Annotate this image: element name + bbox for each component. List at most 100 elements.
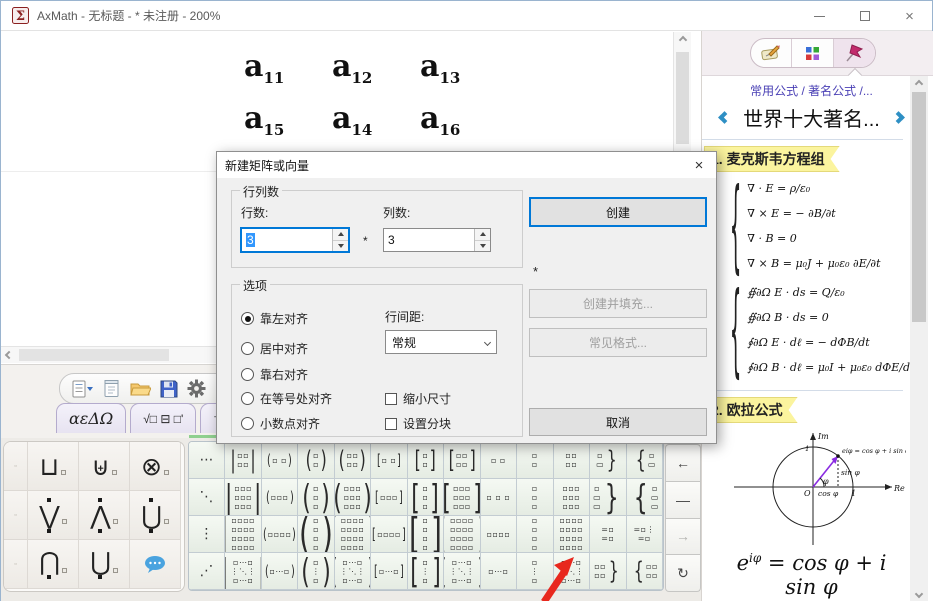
- nary-symbol-cell[interactable]: ⊔: [28, 442, 79, 491]
- matrix-template-cell[interactable]: [▫▫▫▫]: [444, 442, 480, 479]
- radio-居中对齐[interactable]: 居中对齐: [241, 340, 308, 357]
- radio-靠左对齐[interactable]: 靠左对齐: [241, 310, 308, 327]
- palette-nav-button-1[interactable]: —: [665, 482, 701, 519]
- gallery-scrollbar[interactable]: [910, 76, 928, 601]
- scroll-thumb[interactable]: [19, 349, 169, 361]
- prev-collection-icon[interactable]: [718, 111, 731, 124]
- matrix-template-cell[interactable]: |▫▫▫▫▫▫▫▫▫|: [225, 479, 261, 516]
- matrix-template-cell[interactable]: [▫▫▫]: [408, 479, 444, 516]
- matrix-template-cell[interactable]: =▫=▫: [590, 516, 626, 553]
- create-and-fill-button[interactable]: 创建并填充...: [529, 289, 707, 318]
- handwriting-tab[interactable]: [751, 39, 792, 67]
- matrix-template-cell[interactable]: (▫▫▫): [262, 479, 298, 516]
- matrix-template-cell[interactable]: [▫▫▫▫]: [408, 516, 444, 553]
- radio-在等号处对齐[interactable]: 在等号处对齐: [241, 390, 332, 407]
- matrix-template-cell[interactable]: ▫▫▫▫: [554, 442, 590, 479]
- matrix-template-cell[interactable]: [▫⋯▫]: [371, 553, 407, 590]
- palette-nav-button-2[interactable]: →: [665, 519, 701, 556]
- cancel-button[interactable]: 取消: [529, 408, 707, 436]
- nary-symbol-cell[interactable]: [130, 540, 181, 589]
- matrix-template-cell[interactable]: ▫ ▫ ▫: [481, 479, 517, 516]
- clipped-palette-cell[interactable]: ▫: [4, 540, 28, 589]
- matrix-template-cell[interactable]: [▫⋯▫⋮⋱⋮▫⋯▫]: [444, 553, 480, 590]
- matrix-template-cell[interactable]: ▫▫▫▫▫▫▫▫▫: [554, 479, 590, 516]
- maxwell-integral-equations[interactable]: { ∯∂Ω E · ds = Q/ε₀∯∂Ω B · ds = 0∮∂Ω E ·…: [728, 280, 903, 380]
- checkbox-设置分块[interactable]: 设置分块: [385, 415, 451, 432]
- nary-symbol-cell[interactable]: ⋃: [79, 540, 130, 589]
- collection-title[interactable]: 世界十大著名...: [743, 103, 880, 132]
- matrix-template-cell[interactable]: {▫▫▫▫: [627, 553, 663, 590]
- row-spacing-select[interactable]: 常规: [385, 330, 497, 354]
- new-document-icon[interactable]: [103, 379, 121, 398]
- matrix-template-cell[interactable]: ▫▭}: [590, 442, 626, 479]
- nary-symbol-cell[interactable]: ⊎: [79, 442, 130, 491]
- matrix-template-cell[interactable]: (▫ ▫): [262, 442, 298, 479]
- matrix-template-cell[interactable]: ▫▫: [517, 442, 553, 479]
- matrix-template-cell[interactable]: (▫▫▫▫): [298, 516, 334, 553]
- matrix-template-cell[interactable]: ▫▫▫: [517, 479, 553, 516]
- matrix-template-cell[interactable]: ▫▫▫▫}: [590, 553, 626, 590]
- matrix-template-cell[interactable]: [▫▫▫▫]: [371, 516, 407, 553]
- maximize-button[interactable]: [842, 1, 887, 31]
- bookmark-tab[interactable]: [834, 39, 875, 67]
- matrix-template-cell[interactable]: ⋱: [189, 479, 225, 516]
- cols-spinner[interactable]: [474, 229, 490, 251]
- matrix-template-cell[interactable]: [▫ ▫]: [371, 442, 407, 479]
- scroll-down-button[interactable]: [910, 586, 928, 601]
- euler-circle-diagram[interactable]: Im Re O 1 1 φ cos φ sin φ eiφ = cos φ + …: [720, 427, 906, 549]
- matrix-template-cell[interactable]: |▫▫▫▫▫▫▫▫▫▫▫▫▫▫▫▫|: [225, 516, 261, 553]
- symbol-tab-0[interactable]: αεΔΩ: [56, 403, 126, 433]
- scroll-thumb[interactable]: [676, 52, 689, 144]
- matrix-template-cell[interactable]: (▫▫▫▫▫▫▫▫▫▫▫▫▫▫▫▫): [335, 516, 371, 553]
- matrix-template-cell[interactable]: |▫⋯▫⋮⋱⋮▫⋯▫|: [225, 553, 261, 590]
- matrix-template-cell[interactable]: ▫▫▫▫: [517, 516, 553, 553]
- create-button[interactable]: 创建: [529, 197, 707, 227]
- menu-icon[interactable]: [72, 380, 94, 398]
- matrix-template-cell[interactable]: {▫▭▭: [627, 479, 663, 516]
- matrix-template-cell[interactable]: (▫▫▫▫▫▫▫▫▫): [335, 479, 371, 516]
- matrix-template-cell[interactable]: [▫▫▫▫▫▫▫▫▫]: [444, 479, 480, 516]
- clipped-palette-cell[interactable]: ▫: [4, 442, 28, 491]
- close-button[interactable]: ×: [887, 1, 932, 31]
- matrix-template-cell[interactable]: [▫▫▫▫▫▫▫▫▫▫▫▫▫▫▫▫]: [444, 516, 480, 553]
- matrix-template-cell[interactable]: ▫⋯▫: [481, 553, 517, 590]
- nary-symbol-cell[interactable]: ⋂: [28, 540, 79, 589]
- maxwell-differential-equations[interactable]: { ∇ · E = ρ/ε₀∇ × E = − ∂B/∂t∇ · B = 0∇ …: [728, 176, 903, 276]
- dialog-title-bar[interactable]: 新建矩阵或向量: [217, 152, 716, 178]
- matrix-template-cell[interactable]: (▫▫▫▫): [335, 442, 371, 479]
- matrix-template-cell[interactable]: (▫⋯▫⋮⋱⋮▫⋯▫): [335, 553, 371, 590]
- open-folder-icon[interactable]: [130, 380, 151, 397]
- common-formats-button[interactable]: 常见格式...: [529, 328, 707, 357]
- palette-nav-button-0[interactable]: ←: [665, 444, 701, 482]
- minimize-button[interactable]: [797, 1, 842, 31]
- matrix-template-cell[interactable]: (▫▫▫): [298, 479, 334, 516]
- rows-input[interactable]: 3: [241, 228, 349, 252]
- euler-formula[interactable]: eiφ = cos φ + i sin φ: [720, 551, 903, 599]
- matrix-template-cell[interactable]: (▫⋮▫): [298, 553, 334, 590]
- palette-nav-button-3[interactable]: ↻: [665, 555, 701, 592]
- matrix-template-cell[interactable]: ▫▫▫▫: [481, 516, 517, 553]
- matrix-template-cell[interactable]: {▫▭: [627, 442, 663, 479]
- clipped-palette-cell[interactable]: ▫: [4, 491, 28, 540]
- matrix-template-cell[interactable]: ⋯: [189, 442, 225, 479]
- scroll-up-button[interactable]: [674, 32, 691, 48]
- settings-gear-icon[interactable]: [187, 379, 206, 398]
- cols-input[interactable]: 3: [383, 228, 491, 252]
- next-collection-icon[interactable]: [892, 111, 905, 124]
- matrix-template-cell[interactable]: ▫▭▭}: [590, 479, 626, 516]
- matrix-template-cell[interactable]: [▫▫]: [408, 442, 444, 479]
- radio-小数点对齐[interactable]: 小数点对齐: [241, 415, 320, 432]
- matrix-template-cell[interactable]: ▫ ▫: [481, 442, 517, 479]
- checkbox-缩小尺寸[interactable]: 缩小尺寸: [385, 390, 451, 407]
- scroll-up-button[interactable]: [910, 76, 928, 92]
- nary-symbol-cell[interactable]: ⊗: [130, 442, 181, 491]
- matrix-template-cell[interactable]: (▫▫▫▫): [262, 516, 298, 553]
- matrix-template-cell[interactable]: (▫⋯▫): [262, 553, 298, 590]
- matrix-template-cell[interactable]: =▫⋮=▫: [627, 516, 663, 553]
- radio-靠右对齐[interactable]: 靠右对齐: [241, 366, 308, 383]
- matrix-template-cell[interactable]: (▫▫): [298, 442, 334, 479]
- symbol-tab-1[interactable]: √□ ⊟ □': [130, 403, 196, 433]
- matrix-template-cell[interactable]: [▫⋮▫]: [408, 553, 444, 590]
- rows-spinner[interactable]: [332, 229, 348, 251]
- section-label-maxwell[interactable]: 1. 麦克斯韦方程组: [704, 146, 840, 172]
